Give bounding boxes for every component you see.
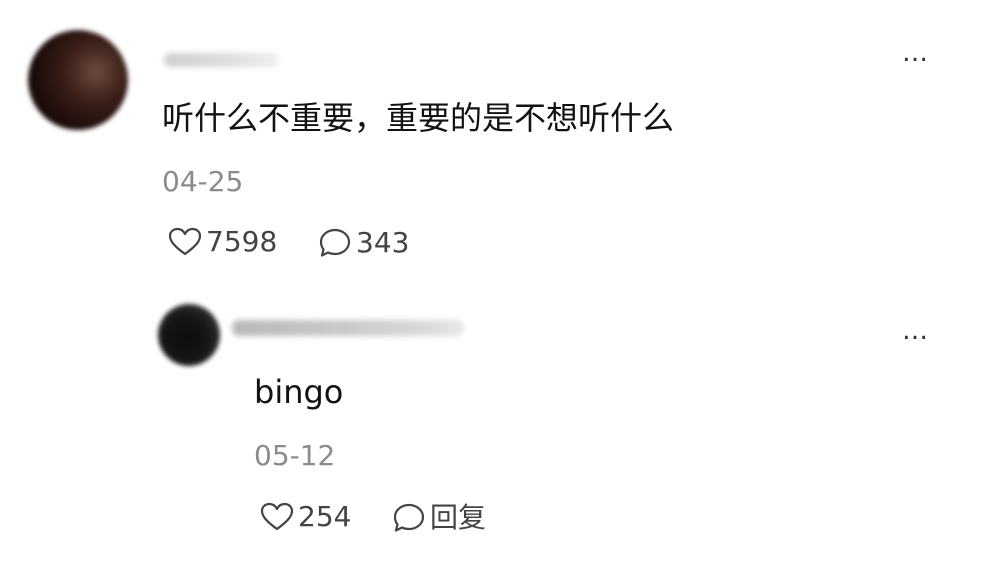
reply-avatar[interactable] bbox=[158, 304, 220, 366]
reply-count-button[interactable]: 343 bbox=[318, 227, 409, 259]
reply-more-options-button[interactable]: … bbox=[902, 318, 929, 344]
like-button[interactable]: 7598 bbox=[168, 227, 277, 257]
speech-bubble-outline-icon bbox=[392, 502, 426, 534]
reply-button[interactable]: 回复 bbox=[392, 502, 486, 534]
heart-outline-icon bbox=[168, 227, 202, 257]
heart-outline-icon bbox=[260, 502, 294, 532]
comment-text: 听什么不重要，重要的是不想听什么 bbox=[162, 99, 675, 137]
reply-username-blurred[interactable] bbox=[232, 320, 464, 336]
more-options-button[interactable]: … bbox=[902, 40, 929, 66]
reply-label: 回复 bbox=[430, 501, 487, 534]
reply-like-button[interactable]: 254 bbox=[260, 502, 351, 532]
reply-count: 343 bbox=[356, 226, 410, 259]
username-blurred[interactable] bbox=[164, 53, 279, 67]
avatar[interactable] bbox=[28, 30, 128, 130]
reply-date: 05-12 bbox=[254, 439, 336, 472]
reply-like-count: 254 bbox=[298, 500, 352, 533]
comment-date: 04-25 bbox=[162, 165, 244, 198]
like-count: 7598 bbox=[206, 225, 278, 258]
speech-bubble-outline-icon bbox=[318, 227, 352, 259]
reply-text: bingo bbox=[254, 373, 344, 411]
